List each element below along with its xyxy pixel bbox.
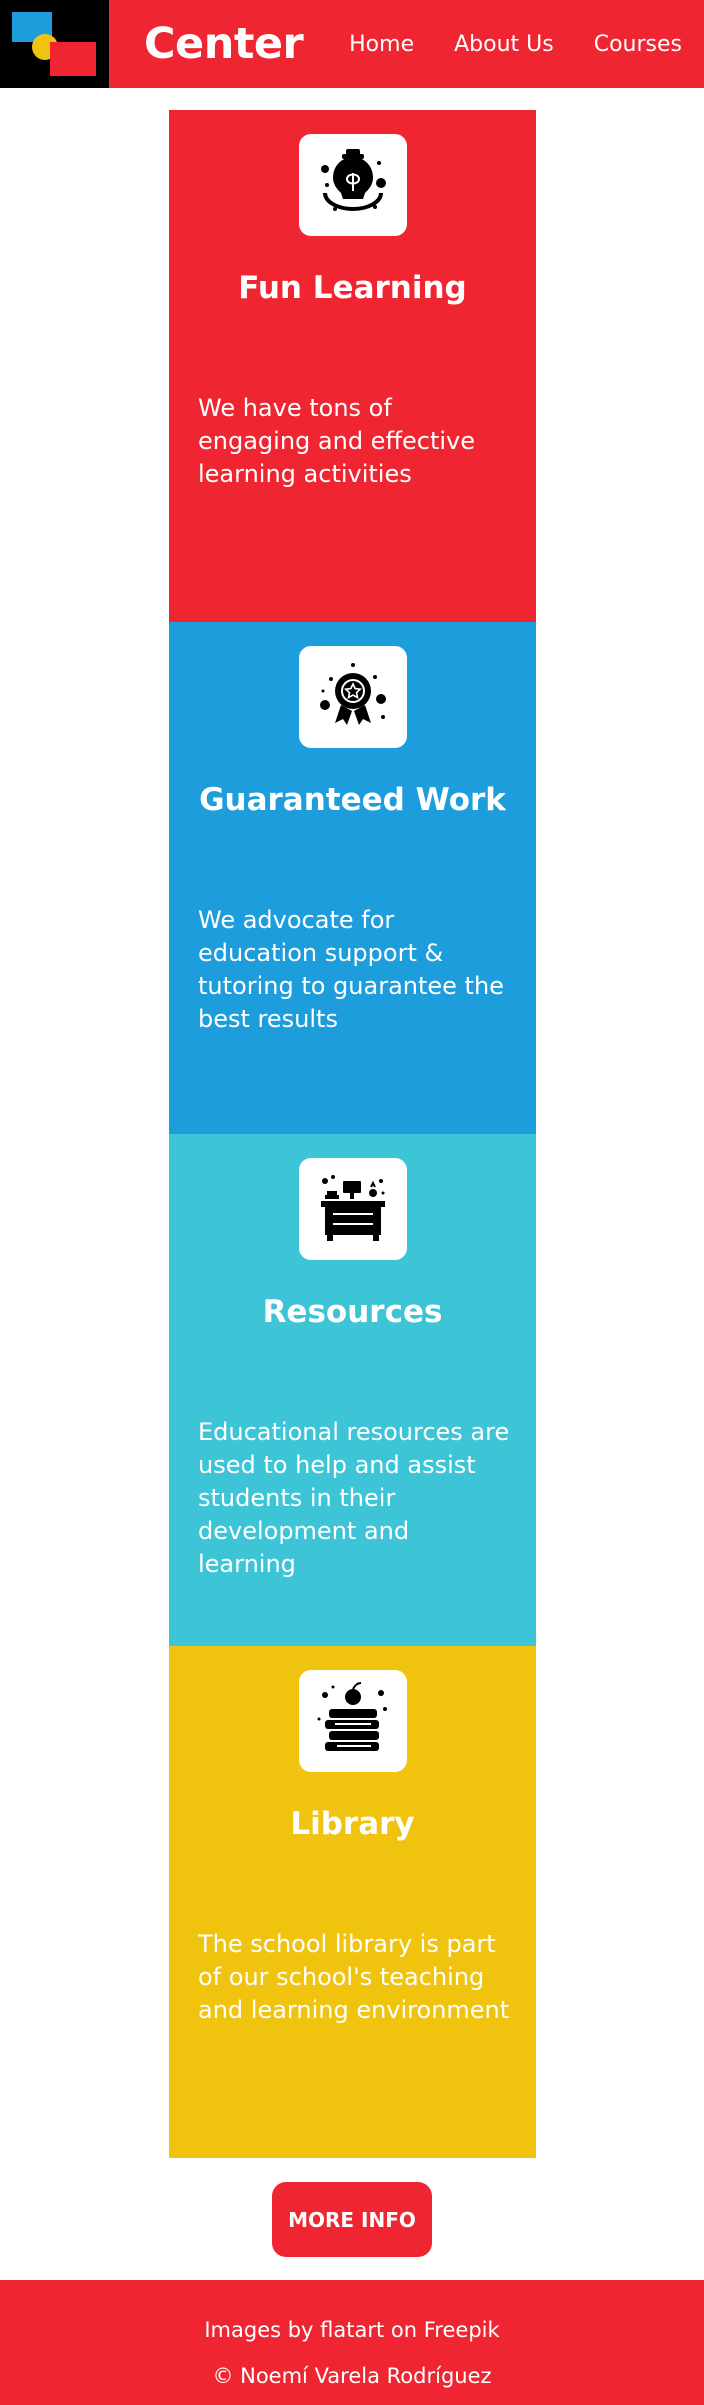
card-text: We have tons of engaging and effective l…	[198, 394, 475, 488]
more-info-wrapper: MORE INFO	[0, 2182, 704, 2257]
card-title: Guaranteed Work	[199, 782, 506, 818]
card-title: Fun Learning	[238, 270, 467, 306]
logo-red-square	[50, 42, 96, 76]
card-text: Educational resources are used to help a…	[198, 1418, 510, 1578]
card-text: We advocate for education support & tuto…	[198, 906, 504, 1033]
image-credit: Images by flatart on Freepik	[0, 2318, 704, 2342]
school-desk-icon	[298, 1158, 407, 1260]
feature-cards: Fun Learning We have tons of engaging an…	[169, 110, 536, 2158]
card-title: Library	[290, 1806, 415, 1842]
logo[interactable]	[0, 0, 109, 88]
card-resources: Resources Educational resources are used…	[169, 1134, 536, 1646]
main-nav: Home About Us Courses	[309, 32, 682, 57]
card-fun-learning: Fun Learning We have tons of engaging an…	[169, 110, 536, 622]
lightbulb-icon	[298, 134, 407, 236]
site-footer: Images by flatart on Freepik © Noemí Var…	[0, 2280, 704, 2405]
nav-link-about-us[interactable]: About Us	[454, 32, 554, 57]
award-badge-icon	[298, 646, 407, 748]
more-info-button[interactable]: MORE INFO	[272, 2182, 432, 2257]
book-stack-icon	[298, 1670, 407, 1772]
card-text: The school library is part of our school…	[198, 1930, 510, 2024]
copyright-text: © Noemí Varela Rodríguez	[212, 2364, 492, 2388]
card-library: Library The school library is part of ou…	[169, 1646, 536, 2158]
credit-link[interactable]: flatart	[320, 2318, 384, 2342]
card-title: Resources	[262, 1294, 443, 1330]
nav-link-home[interactable]: Home	[349, 32, 414, 57]
card-guaranteed-work: Guaranteed Work We advocate for educatio…	[169, 622, 536, 1134]
nav-link-courses[interactable]: Courses	[594, 32, 682, 57]
site-header: Center Home About Us Courses	[0, 0, 704, 88]
credit-prefix: Images by	[204, 2318, 321, 2342]
brand-title: Center	[144, 19, 304, 69]
credit-suffix: on Freepik	[384, 2318, 500, 2342]
